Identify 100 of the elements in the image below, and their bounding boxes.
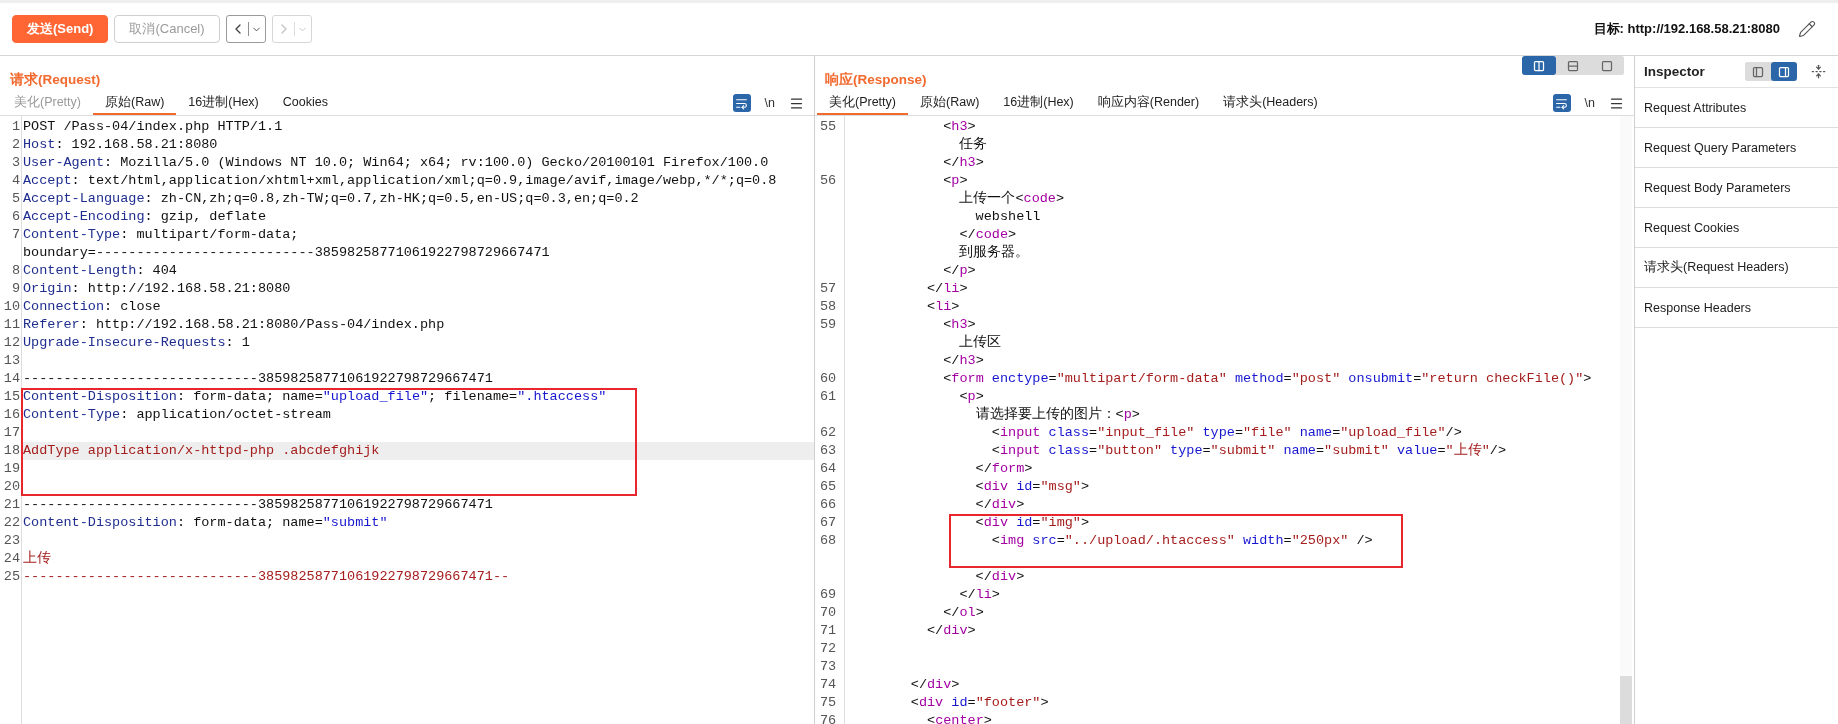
code-line: <p> — [942, 172, 968, 190]
code-line: </div> — [926, 622, 976, 640]
scrollbar-track[interactable] — [1620, 116, 1632, 724]
line-number: 2 — [11, 137, 20, 152]
line-number: 76 — [820, 713, 837, 724]
code-line: </ol> — [942, 604, 984, 622]
pane-title: 请求(Request) — [10, 71, 101, 89]
code-line: </div> — [974, 496, 1025, 514]
tab[interactable]: Cookies — [270, 91, 340, 115]
layout-toggle-button[interactable] — [1522, 56, 1556, 75]
line-number: 61 — [820, 389, 837, 404]
code-line: Accept-Encoding: gzip, deflate — [22, 208, 267, 226]
back-button[interactable] — [225, 15, 266, 43]
code-line: Upgrade-Insecure-Requests: 1 — [22, 334, 250, 352]
code-line: POST /Pass-04/index.php HTTP/1.1 — [22, 118, 283, 136]
code-line: Content-Type: application/octet-stream — [22, 406, 331, 424]
line-number: 73 — [820, 659, 837, 674]
code-line: </li> — [926, 280, 968, 298]
line-number: 60 — [820, 371, 837, 386]
layout-icon — [1533, 59, 1545, 72]
code-line: <div id="msg"> — [974, 478, 1090, 496]
code-line: <center> — [926, 712, 992, 724]
line-number: 4 — [11, 173, 20, 188]
line-number: 74 — [820, 677, 837, 692]
view-toggle-button[interactable] — [1771, 62, 1797, 81]
line-number: 13 — [3, 353, 20, 368]
panel-icon — [1752, 65, 1764, 78]
tab[interactable]: 请求头(Headers) — [1211, 91, 1330, 115]
code-line: 任务 — [958, 136, 988, 154]
tab[interactable]: 原始(Raw) — [93, 91, 177, 115]
line-number: 59 — [820, 317, 837, 332]
code-line: 上传 — [22, 550, 51, 568]
line-number: 14 — [3, 371, 20, 386]
line-number: 75 — [820, 695, 837, 710]
line-number: 56 — [820, 173, 837, 188]
code-line: 上传一个<code> — [958, 190, 1065, 208]
code-line: <li> — [926, 298, 960, 316]
line-number: 63 — [820, 443, 837, 458]
line-number: 62 — [820, 425, 837, 440]
line-number: 69 — [820, 587, 837, 602]
line-number: 6 — [11, 209, 20, 224]
code-line: 请选择要上传的图片：<p> — [974, 406, 1140, 424]
tab[interactable]: 16进制(Hex) — [991, 91, 1086, 115]
code-line: Content-Length: 404 — [22, 262, 177, 280]
line-number: 16 — [3, 407, 20, 422]
wrap-icon[interactable] — [1552, 94, 1571, 112]
code-line: <h3> — [942, 316, 976, 334]
line-number: 55 — [820, 119, 837, 134]
line-number: 57 — [820, 281, 837, 296]
code-line: boundary=---------------------------38598258771061922798729667471 — [22, 244, 550, 262]
code-line: User-Agent: Mozilla/5.0 (Windows NT 10.0; Win64; x64; rv:100.0) Gecko/20100101 Firefox/100.0 — [22, 154, 769, 172]
code-line: <div id="footer"> — [909, 694, 1049, 712]
layout-icon — [1601, 59, 1613, 72]
code-line: Content-Type: multipart/form-data; — [22, 226, 299, 244]
tab[interactable]: 16进制(Hex) — [176, 91, 271, 115]
line-number: 19 — [3, 461, 20, 476]
line-number: 5 — [11, 191, 20, 206]
line-number: 23 — [3, 533, 20, 548]
code-line: Content-Disposition: form-data; name="upload_file"; filename=".htaccess" — [22, 388, 607, 406]
code-line: </code> — [958, 226, 1017, 244]
line-number: 25 — [3, 569, 20, 584]
code-line: </h3> — [942, 154, 984, 172]
code-line: Content-Disposition: form-data; name="submit" — [22, 514, 388, 532]
line-number: 24 — [3, 551, 20, 566]
code-line: <form enctype="multipart/form-data" method="post" onsubmit="return checkFile()"> — [942, 370, 1592, 388]
tab[interactable]: 原始(Raw) — [908, 91, 992, 115]
line-number: 17 — [3, 425, 20, 440]
wrap-icon[interactable] — [732, 94, 751, 112]
menu-icon[interactable] — [1609, 95, 1624, 111]
line-number: 21 — [3, 497, 20, 512]
code-line: </form> — [974, 460, 1033, 478]
collapse-icon[interactable] — [1811, 64, 1826, 79]
line-number: 22 — [3, 515, 20, 530]
inspector-title: Inspector — [1644, 64, 1705, 79]
line-number: 3 — [11, 155, 20, 170]
line-number: 11 — [3, 317, 20, 332]
menu-icon[interactable] — [789, 95, 804, 111]
code-line: 上传区 — [958, 334, 1002, 352]
code-line: <h3> — [942, 118, 976, 136]
code-line: webshell — [974, 208, 1041, 226]
newline-toggle[interactable]: \n — [1580, 96, 1599, 110]
line-number: 58 — [820, 299, 837, 314]
line-number: 15 — [3, 389, 20, 404]
line-number: 71 — [820, 623, 837, 638]
scrollbar-thumb[interactable] — [1620, 676, 1632, 724]
code-line: Connection: close — [22, 298, 161, 316]
code-line: Accept: text/html,application/xhtml+xml,application/xml;q=0.9,image/avif,image/webp,*/*;q=0.8 — [22, 172, 777, 190]
code-line: </p> — [942, 262, 976, 280]
tab[interactable]: 美化(Pretty) — [817, 91, 908, 115]
line-number: 7 — [11, 227, 20, 242]
line-number: 72 — [820, 641, 837, 656]
tab[interactable]: 响应内容(Render) — [1085, 91, 1212, 115]
code-line: </div> — [909, 676, 960, 694]
code-line: Referer: http://192.168.58.21:8080/Pass-04/index.php — [22, 316, 445, 334]
code-line: 到服务器。 — [958, 244, 1030, 262]
line-number: 8 — [11, 263, 20, 278]
pencil-icon[interactable] — [1798, 20, 1816, 38]
line-number: 9 — [11, 281, 20, 296]
newline-toggle[interactable]: \n — [760, 96, 779, 110]
code-line: Accept-Language: zh-CN,zh;q=0.8,zh-TW;q=0.7,zh-HK;q=0.5,en-US;q=0.3,en;q=0.2 — [22, 190, 639, 208]
